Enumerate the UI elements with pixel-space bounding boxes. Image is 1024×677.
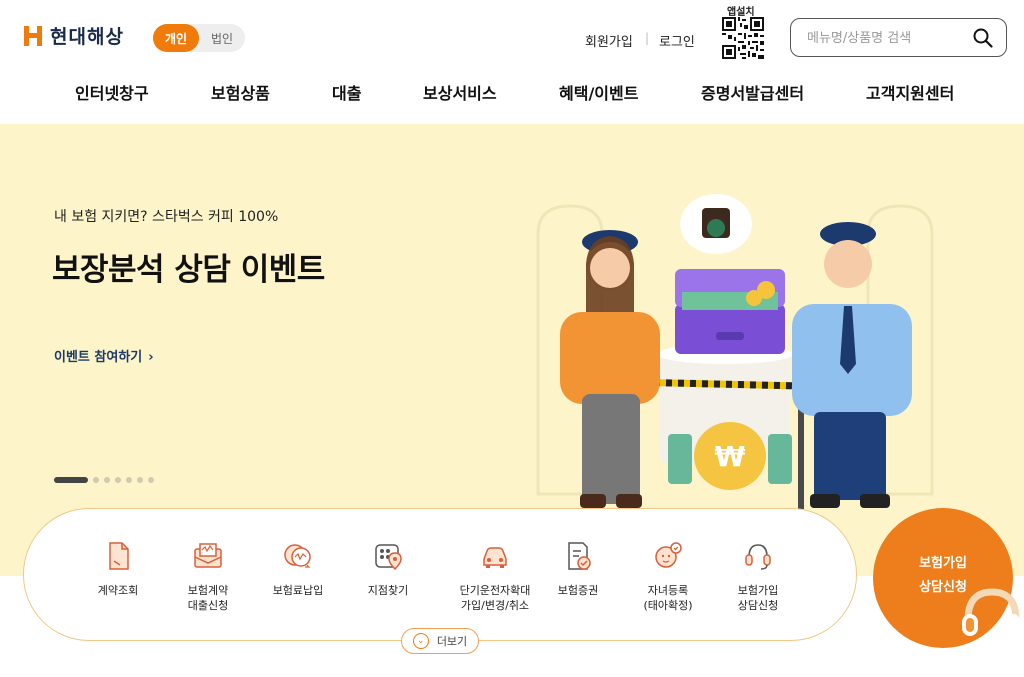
- app-install-label: 앱설치: [727, 7, 755, 18]
- quick-menu: 계약조회 보험계약 대출신청 보험료납입 지점찾기 단기운전자확대 가입/변경/…: [23, 508, 857, 641]
- quick-item-label: 자녀등록 (태아확정): [643, 584, 693, 612]
- carousel-dot[interactable]: [104, 477, 110, 483]
- customer-type-toggle[interactable]: 개인 법인: [153, 24, 245, 52]
- hero-cta-label: 이벤트 참여하기: [54, 350, 143, 365]
- nav-item-certificate-center[interactable]: 증명서발급센터: [701, 80, 804, 104]
- quick-item-label: 계약조회: [97, 584, 139, 597]
- card-payment-icon: [284, 544, 311, 568]
- carousel-dot-active[interactable]: [54, 477, 88, 483]
- search-icon[interactable]: [972, 27, 994, 49]
- quick-item-premium-payment[interactable]: 보험료납입: [253, 539, 343, 598]
- nav-item-insurance-products[interactable]: 보험상품: [211, 80, 270, 104]
- hero-cta-link[interactable]: 이벤트 참여하기 ›: [54, 346, 154, 365]
- qr-code-icon[interactable]: [722, 17, 764, 59]
- quick-item-insurance-certificate[interactable]: 보험증권: [533, 539, 623, 598]
- search-box: [790, 18, 1007, 57]
- map-pin-icon: [375, 544, 402, 571]
- nav-item-customer-support[interactable]: 고객지원센터: [866, 80, 954, 104]
- nav-item-internet-window[interactable]: 인터넷창구: [75, 80, 149, 104]
- segment-personal[interactable]: 개인: [153, 24, 199, 52]
- main-nav: 인터넷창구 보험상품 대출 보상서비스 혜택/이벤트 증명서발급센터 고객지원센…: [0, 80, 1024, 106]
- join-link[interactable]: 회원가입: [585, 31, 633, 50]
- hero-title: 보장분석 상담 이벤트: [52, 252, 325, 288]
- quick-item-label: 보험증권: [557, 584, 599, 597]
- document-icon: [109, 542, 129, 570]
- quick-item-label: 보험계약 대출신청: [187, 584, 229, 612]
- headset-icon: [962, 588, 1020, 636]
- quick-item-branch-finder[interactable]: 지점찾기: [343, 539, 433, 598]
- carousel-dot[interactable]: [126, 477, 132, 483]
- carousel-dot[interactable]: [115, 477, 121, 483]
- search-input[interactable]: [807, 28, 967, 48]
- certificate-icon: [568, 542, 591, 570]
- brand-logo[interactable]: 현대해상: [22, 22, 124, 49]
- carousel-dot[interactable]: [148, 477, 154, 483]
- headset-icon: [745, 544, 771, 570]
- brand-name: 현대해상: [50, 26, 124, 48]
- chevron-right-icon: ›: [148, 350, 154, 365]
- carousel-dot[interactable]: [93, 477, 99, 483]
- nav-item-claims-service[interactable]: 보상서비스: [423, 80, 497, 104]
- chevron-down-icon: ⌄: [412, 633, 429, 649]
- util-divider: |: [645, 31, 650, 45]
- quick-item-label: 보험가입 상담신청: [737, 584, 779, 612]
- quick-item-label: 보험료납입: [272, 584, 324, 597]
- baby-icon: [655, 542, 682, 568]
- segment-corporate[interactable]: 법인: [199, 24, 245, 52]
- quick-item-label: 지점찾기: [367, 584, 409, 597]
- carousel-pager: [54, 477, 154, 483]
- login-link[interactable]: 로그인: [659, 31, 695, 50]
- svg-text:₩: ₩: [715, 440, 746, 473]
- header: 현대해상 개인 법인 회원가입 | 로그인 앱설치 인터넷창구 보: [0, 0, 1024, 124]
- car-icon: [483, 547, 507, 568]
- logo-h-icon: [24, 25, 42, 46]
- quick-item-child-registration[interactable]: 자녀등록 (태아확정): [623, 539, 713, 613]
- nav-item-benefits-events[interactable]: 혜택/이벤트: [559, 80, 638, 104]
- quick-item-contract-inquiry[interactable]: 계약조회: [73, 539, 163, 598]
- more-label: 더보기: [436, 635, 468, 648]
- quick-item-consult-request[interactable]: 보험가입 상담신청: [713, 539, 803, 613]
- carousel-dot[interactable]: [137, 477, 143, 483]
- more-button[interactable]: ⌄ 더보기: [401, 628, 479, 654]
- nav-item-loans[interactable]: 대출: [332, 80, 361, 104]
- quick-item-policy-loan[interactable]: 보험계약 대출신청: [163, 539, 253, 613]
- envelope-money-icon: [194, 543, 222, 568]
- hero-subtitle: 내 보험 지키면? 스타벅스 커피 100%: [54, 209, 279, 225]
